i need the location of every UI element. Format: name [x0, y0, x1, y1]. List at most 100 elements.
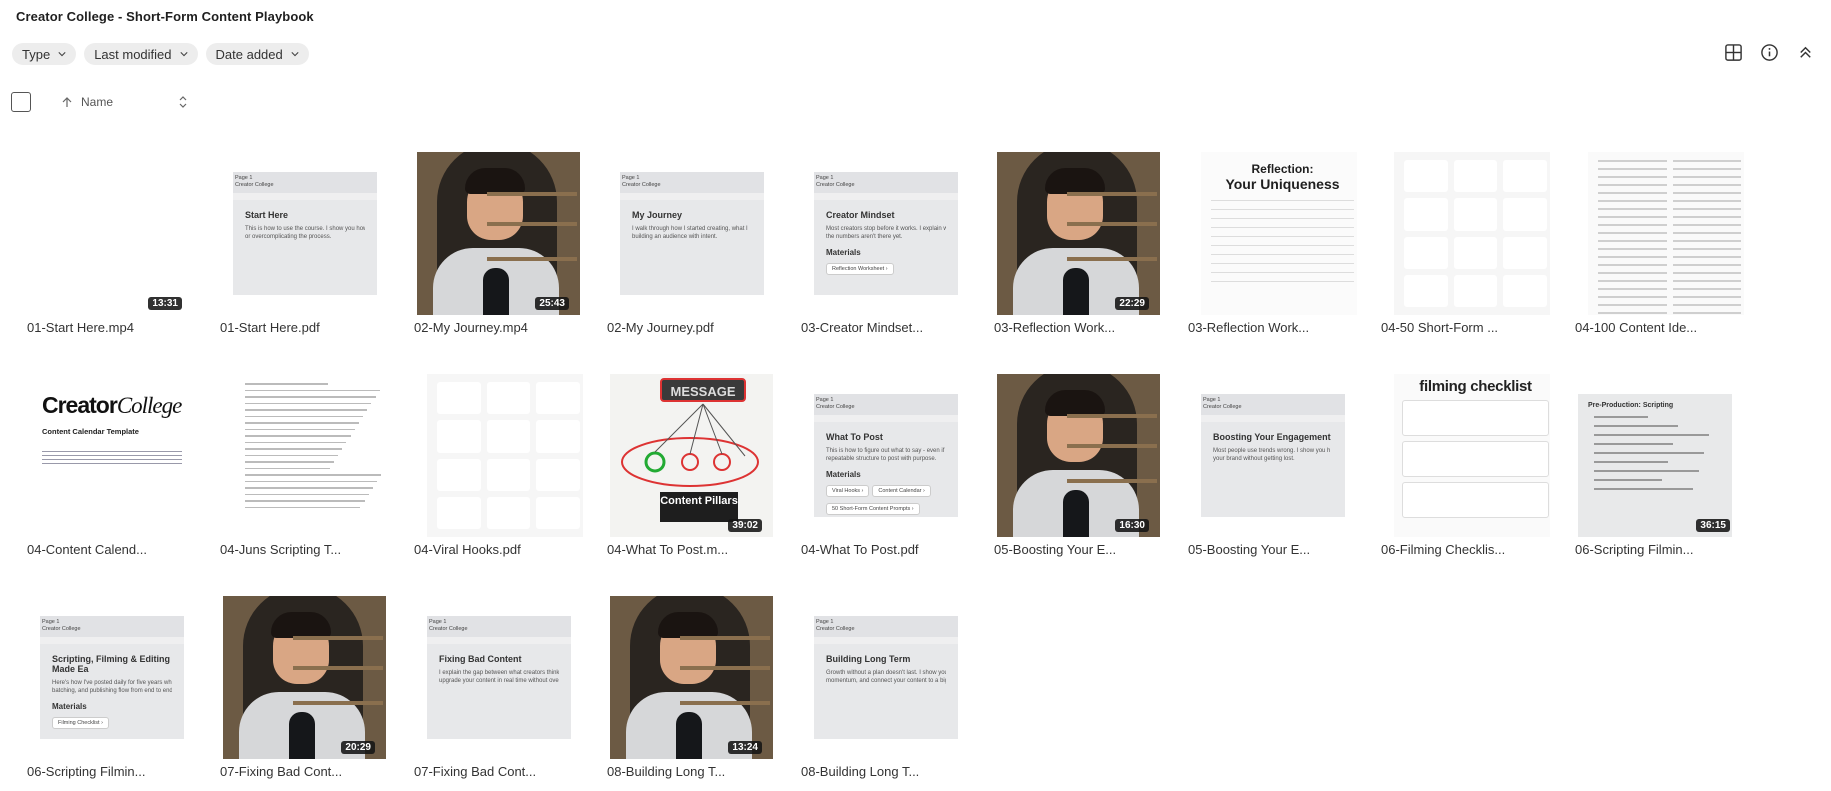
answer-line: [1211, 281, 1354, 282]
outline-line: [1594, 470, 1699, 472]
pdf-body: Boosting Your Engagement Most people use …: [1201, 422, 1345, 517]
file-thumbnail[interactable]: Page 1 Creator College Start Here This is h…: [213, 152, 389, 315]
file-tile[interactable]: Page 1 Creator College Start Here This is h…: [213, 152, 389, 342]
file-name: 06-Scripting Filmin...: [27, 764, 146, 779]
file-tile[interactable]: Page 1 Creator College What To Post This is…: [794, 374, 970, 564]
hair-shape: [271, 612, 331, 638]
arrow-up-icon[interactable]: [61, 96, 73, 108]
pdf-site-name: Creator College: [235, 181, 274, 188]
file-tile[interactable]: 04-50 Short-Form ...: [1374, 152, 1550, 342]
file-tile[interactable]: 04-Viral Hooks.pdf: [407, 374, 583, 564]
file-thumbnail[interactable]: Page 1 Creator College What To Post This is…: [794, 374, 970, 537]
file-thumbnail[interactable]: [213, 374, 389, 537]
file-tile[interactable]: 13:24 08-Building Long T...: [600, 596, 776, 786]
file-tile[interactable]: Page 1 Creator College Building Long Term G…: [794, 596, 970, 786]
sort-toggle-icon[interactable]: [178, 95, 188, 109]
file-thumbnail[interactable]: filming checklist: [1374, 374, 1550, 537]
shelf-shape: [1067, 414, 1157, 418]
file-name: 04-Viral Hooks.pdf: [414, 542, 521, 557]
select-all-checkbox[interactable]: [11, 92, 31, 112]
pdf-page: Page 1 Creator College Boosting Your Engag…: [1201, 394, 1345, 517]
file-thumbnail[interactable]: Reflection: Your Uniqueness: [1181, 152, 1357, 315]
file-tile[interactable]: Page 1 Creator College Creator Mindset Most…: [794, 152, 970, 342]
file-tile[interactable]: 20:29 07-Fixing Bad Cont...: [213, 596, 389, 786]
duration-badge: 20:29: [341, 741, 375, 754]
file-tile[interactable]: 13:31 01-Start Here.mp4: [20, 152, 196, 342]
duration-badge: 13:24: [728, 741, 762, 754]
page-title: Creator College - Short-Form Content Pla…: [16, 9, 314, 24]
file-thumbnail[interactable]: 20:29: [213, 596, 389, 759]
material-link: Viral Hooks ›: [826, 484, 870, 497]
file-thumbnail[interactable]: 22:29: [987, 152, 1163, 315]
file-thumbnail[interactable]: 16:30: [987, 374, 1163, 537]
shelf-shape: [1067, 222, 1157, 226]
filter-type[interactable]: Type: [12, 43, 77, 65]
pdf-page-number: Page 1: [816, 175, 834, 181]
script-line: [245, 428, 355, 430]
pdf-site-name: Creator College: [816, 181, 855, 188]
file-tile[interactable]: 16:30 05-Boosting Your E...: [987, 374, 1163, 564]
file-thumbnail[interactable]: [1568, 152, 1744, 315]
pdf-header: Page 1 Creator College: [620, 172, 764, 193]
hair-shape: [658, 612, 718, 638]
file-thumbnail[interactable]: 13:24: [600, 596, 776, 759]
pdf-page: Page 1 Creator College My Journey I walk th…: [620, 172, 764, 295]
file-tile[interactable]: 22:29 03-Reflection Work...: [987, 152, 1163, 342]
checklist-section: [1402, 400, 1549, 436]
pdf-text: your brand without getting lost.: [1213, 456, 1295, 463]
file-thumbnail[interactable]: Pre-Production: Scripting 36:15: [1568, 374, 1744, 537]
file-thumbnail[interactable]: Page 1 Creator College Boosting Your Engag…: [1181, 374, 1357, 537]
materials-heading: Materials: [826, 469, 861, 479]
prompt-card: [437, 496, 481, 529]
content-pillars-label: Content Pillars: [660, 492, 738, 522]
filter-last-modified[interactable]: Last modified: [84, 43, 198, 65]
idea-line: [1672, 248, 1741, 250]
prompt-card: [536, 420, 580, 453]
answer-line: [1211, 272, 1354, 273]
file-tile[interactable]: Page 1 Creator College Scripting, Filming …: [20, 596, 196, 786]
file-thumbnail[interactable]: Page 1 Creator College My Journey I walk th…: [600, 152, 776, 315]
file-name: 06-Filming Checklis...: [1381, 542, 1506, 557]
filter-bar: Type Last modified Date added: [12, 43, 309, 65]
file-thumbnail[interactable]: CreatorCollege Content Calendar Template: [20, 374, 196, 537]
file-thumbnail[interactable]: [407, 374, 583, 537]
file-name: 01-Start Here.mp4: [27, 320, 134, 335]
idea-line: [1598, 280, 1667, 282]
file-tile[interactable]: filming checklist 06-Filming Checklis...: [1374, 374, 1550, 564]
file-thumbnail[interactable]: Page 1 Creator College Building Long Term G…: [794, 596, 970, 759]
file-tile[interactable]: Page 1 Creator College Boosting Your Engag…: [1181, 374, 1357, 564]
file-tile[interactable]: Reflection: Your Uniqueness 03-Reflection …: [1181, 152, 1357, 342]
file-thumbnail[interactable]: Page 1 Creator College Scripting, Filming …: [20, 596, 196, 759]
file-thumbnail[interactable]: Page 1 Creator College Fixing Bad Content I…: [407, 596, 583, 759]
prompt-card: [1503, 198, 1547, 231]
mic-shape: [1063, 490, 1089, 537]
file-tile[interactable]: CreatorCollege Content Calendar Template 0…: [20, 374, 196, 564]
pdf-heading: Creator Mindset: [826, 210, 895, 220]
idea-line: [1598, 304, 1667, 306]
file-thumbnail[interactable]: 25:43: [407, 152, 583, 315]
file-tile[interactable]: 25:43 02-My Journey.mp4: [407, 152, 583, 342]
file-tile[interactable]: 04-Juns Scripting T...: [213, 374, 389, 564]
collapse-icon[interactable]: [1796, 43, 1815, 62]
file-tile[interactable]: MESSAGE Content Pillars 39:02 04-What To Po…: [600, 374, 776, 564]
idea-line: [1672, 160, 1741, 162]
idea-line: [1672, 288, 1741, 290]
shelf-shape: [680, 636, 770, 640]
script-line: [245, 480, 378, 482]
file-thumbnail[interactable]: MESSAGE Content Pillars 39:02: [600, 374, 776, 537]
name-column-header[interactable]: Name: [81, 95, 113, 109]
filter-date-added[interactable]: Date added: [205, 43, 309, 65]
file-tile[interactable]: Pre-Production: Scripting 36:15 06-Scripti…: [1568, 374, 1744, 564]
file-thumbnail[interactable]: Page 1 Creator College Creator Mindset Most…: [794, 152, 970, 315]
file-tile[interactable]: Page 1 Creator College Fixing Bad Content I…: [407, 596, 583, 786]
file-tile[interactable]: 04-100 Content Ide...: [1568, 152, 1744, 342]
file-thumbnail[interactable]: 13:31: [20, 152, 196, 315]
view-toolbar: [1724, 43, 1815, 62]
script-line: [245, 461, 334, 463]
pdf-text: Most people use trends wrong. I show you…: [1213, 448, 1331, 454]
pdf-site-name: Creator College: [429, 625, 468, 632]
file-tile[interactable]: Page 1 Creator College My Journey I walk th…: [600, 152, 776, 342]
file-thumbnail[interactable]: [1374, 152, 1550, 315]
info-icon[interactable]: [1760, 43, 1779, 62]
grid-view-icon[interactable]: [1724, 43, 1743, 62]
